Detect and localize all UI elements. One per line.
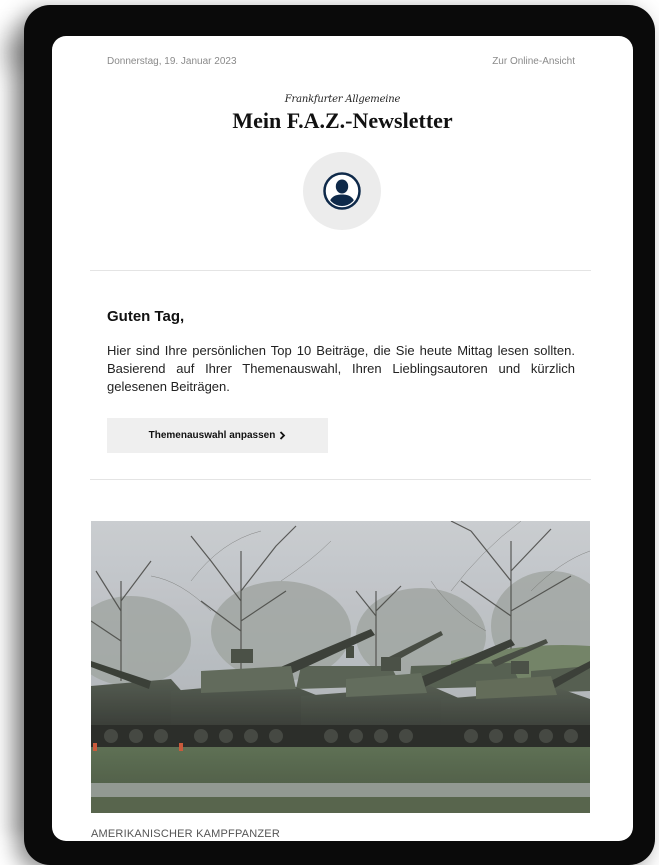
intro-text: Hier sind Ihre persönlichen Top 10 Beitr… xyxy=(107,343,575,394)
newsletter-screen: Donnerstag, 19. Januar 2023 Zur Online-A… xyxy=(52,36,633,841)
chevron-right-icon xyxy=(280,431,286,440)
greeting-heading: Guten Tag, xyxy=(107,308,185,325)
adjust-topics-label: Themenauswahl anpassen xyxy=(148,430,276,441)
adjust-topics-button[interactable]: Themenauswahl anpassen xyxy=(107,418,328,453)
brand-wordmark: Frankfurter Allgemeine xyxy=(284,94,401,105)
online-view-link[interactable]: Zur Online-Ansicht xyxy=(492,56,575,67)
tanks-photo xyxy=(91,521,590,813)
section-divider xyxy=(90,270,591,271)
article-kicker: AMERIKANISCHER KAMPFPANZER xyxy=(91,828,280,840)
avatar xyxy=(303,152,381,230)
article-image[interactable] xyxy=(91,521,590,813)
issue-date: Donnerstag, 19. Januar 2023 xyxy=(107,56,237,67)
user-avatar-icon xyxy=(323,172,361,210)
newsletter-title: Mein F.A.Z.-Newsletter xyxy=(232,108,453,133)
newsletter-topbar: Donnerstag, 19. Januar 2023 Zur Online-A… xyxy=(107,56,575,67)
section-divider-2 xyxy=(90,479,591,480)
